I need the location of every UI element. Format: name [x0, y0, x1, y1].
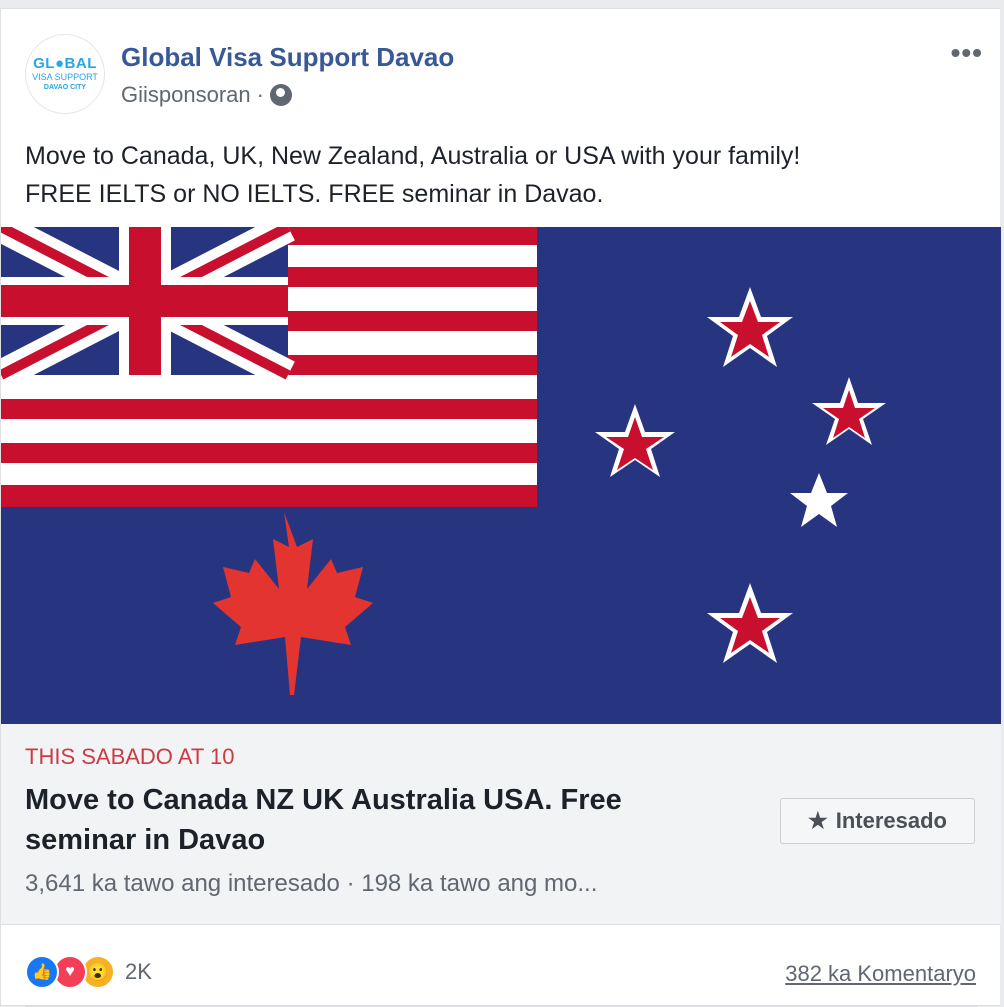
star-icon: ★	[808, 808, 828, 833]
post-text-line2: FREE IELTS or NO IELTS. FREE seminar in …	[25, 180, 604, 208]
event-attachment[interactable]: THIS SABADO AT 10 Move to Canada NZ UK A…	[1, 724, 1001, 925]
sponsored-post-card: GL●BAL VISA SUPPORT DAVAO CITY Global Vi…	[0, 8, 1001, 1007]
avatar-logo-line3: DAVAO CITY	[43, 84, 87, 91]
event-cover-image[interactable]	[1, 227, 1001, 724]
flags-illustration	[1, 227, 1001, 724]
union-jack-canton	[1, 227, 295, 389]
comments-link[interactable]: 382 ka Komentaryo	[785, 961, 976, 987]
more-options-icon[interactable]: •••	[951, 37, 983, 69]
like-icon: 👍	[25, 955, 59, 989]
sponsored-line: Giisponsoran ·	[121, 82, 292, 108]
avatar-logo-line1: GL●BAL	[33, 55, 97, 72]
event-date: THIS SABADO AT 10	[25, 744, 235, 769]
reaction-count: 2K	[125, 959, 152, 984]
post-text: Move to Canada, UK, New Zealand, Austral…	[25, 137, 975, 213]
post-footer: 👍 ♥ 😮 2K 382 ka Komentaryo	[1, 929, 1001, 1007]
page-name-link[interactable]: Global Visa Support Davao	[121, 42, 454, 73]
separator: ·	[256, 82, 264, 107]
interested-label: Interesado	[835, 808, 947, 833]
event-meta: 3,641 ka tawo ang interesado · 198 ka ta…	[25, 870, 598, 897]
sponsored-label[interactable]: Giisponsoran	[121, 82, 251, 108]
event-title[interactable]: Move to Canada NZ UK Australia USA. Free…	[25, 780, 725, 860]
post-text-line1: Move to Canada, UK, New Zealand, Austral…	[25, 142, 801, 170]
reactions-summary[interactable]: 👍 ♥ 😮 2K	[25, 955, 152, 989]
globe-icon	[269, 84, 292, 106]
post-header: GL●BAL VISA SUPPORT DAVAO CITY Global Vi…	[1, 9, 1001, 114]
avatar-logo-line2: VISA SUPPORT	[32, 72, 98, 82]
page-avatar[interactable]: GL●BAL VISA SUPPORT DAVAO CITY	[25, 34, 105, 114]
interested-button[interactable]: ★ Interesado	[780, 798, 975, 844]
